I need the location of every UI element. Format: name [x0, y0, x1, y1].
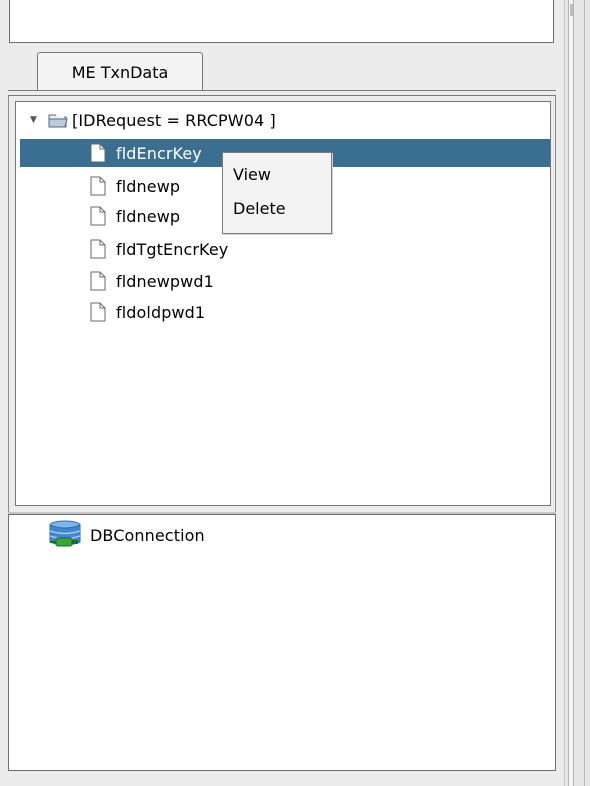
document-icon [90, 206, 106, 226]
bottom-status-strip [8, 771, 556, 786]
tree-node-label: fldnewp [116, 206, 181, 226]
gutter-divider [584, 0, 585, 786]
tree-node-label: fldTgtEncrKey [116, 239, 229, 259]
tree-node[interactable]: fldnewp [90, 203, 180, 229]
tree-node[interactable]: fldoldpwd1 [90, 299, 205, 325]
scroll-thumb-stub[interactable] [570, 4, 573, 16]
tab-underline [8, 90, 556, 91]
db-connection-label: DBConnection [90, 525, 205, 545]
database-connection-icon [48, 520, 84, 550]
tree-node-label: fldnewp [116, 176, 181, 196]
vertical-scrollbar-track[interactable] [568, 0, 574, 786]
document-icon [90, 239, 106, 259]
tree-node-label: fldEncrKey [116, 143, 202, 163]
tree-node[interactable]: fldnewp [90, 173, 180, 199]
document-icon [90, 271, 106, 291]
db-connection-node[interactable]: DBConnection [48, 520, 205, 550]
tree-node[interactable]: fldTgtEncrKey [90, 236, 228, 262]
tree-root-label: [IDRequest = RRCPW04 ] [72, 110, 276, 130]
menu-item-delete[interactable]: Delete [233, 199, 286, 218]
tree-node-label: fldoldpwd1 [116, 302, 206, 322]
context-menu: View Delete [222, 152, 332, 234]
connection-panel [8, 514, 556, 771]
tab-label: ME TxnData [71, 62, 169, 82]
document-icon [90, 176, 106, 196]
document-icon [90, 302, 106, 322]
folder-open-icon [48, 112, 68, 128]
top-panel [9, 0, 554, 43]
tree-node-label: fldnewpwd1 [116, 271, 214, 291]
tree-node[interactable]: fldnewpwd1 [90, 268, 214, 294]
menu-item-view[interactable]: View [233, 165, 271, 184]
expand-arrow-icon[interactable]: ▼ [30, 115, 40, 125]
document-icon [90, 143, 106, 163]
tree-root-node[interactable]: ▼ [IDRequest = RRCPW04 ] [30, 107, 276, 133]
tree-node[interactable]: fldEncrKey [90, 140, 202, 166]
tab-me-txndata[interactable]: ME TxnData [37, 52, 203, 91]
